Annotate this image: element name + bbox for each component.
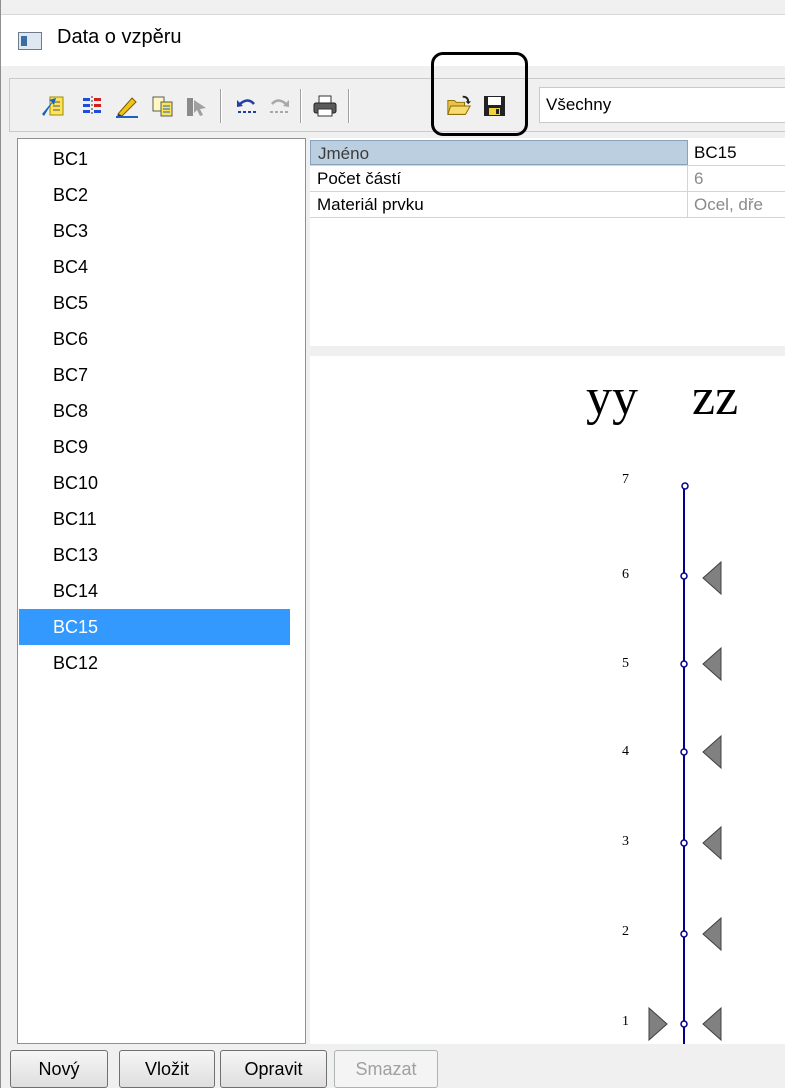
property-value: 6 — [694, 169, 704, 188]
node-label: 7 — [622, 472, 629, 487]
node-label: 3 — [622, 834, 629, 849]
diagram-canvas — [648, 482, 722, 1044]
property-grid: Jméno BC15 Počet částí 6 Materiál prvku … — [310, 138, 785, 354]
support-triangle — [702, 734, 722, 770]
support-triangle — [702, 1006, 722, 1042]
property-row-material[interactable]: Materiál prvku Ocel, dře — [310, 192, 785, 218]
property-value: Ocel, dře — [694, 195, 763, 214]
toolbar-separator — [220, 89, 222, 123]
list-item[interactable]: BC5 — [19, 285, 290, 321]
insert-button[interactable]: Vložit — [119, 1050, 215, 1088]
list-item[interactable]: BC13 — [19, 537, 290, 573]
support-triangle-left — [648, 1006, 668, 1042]
list-item[interactable]: BC6 — [19, 321, 290, 357]
property-row-name[interactable]: Jméno BC15 — [310, 140, 785, 166]
list-item[interactable]: BC11 — [19, 501, 290, 537]
support-triangle — [702, 825, 722, 861]
window-title: Data o vzpěru — [57, 26, 182, 48]
columns-icon[interactable] — [80, 93, 106, 119]
list-item[interactable]: BC2 — [19, 177, 290, 213]
support-triangle — [702, 560, 722, 596]
node-marker — [680, 930, 688, 938]
property-label: Materiál prvku — [310, 192, 688, 217]
highlight-annotation — [431, 52, 528, 136]
property-row-parts[interactable]: Počet částí 6 — [310, 166, 785, 192]
node-marker — [680, 660, 688, 668]
copy-icon[interactable] — [150, 93, 176, 119]
list-item[interactable]: BC14 — [19, 573, 290, 609]
toolbar-separator — [348, 89, 350, 123]
node-marker — [680, 748, 688, 756]
delete-button[interactable]: Smazat — [334, 1050, 438, 1088]
buckling-diagram: yy zz 7 6 5 4 3 2 1 — [310, 356, 785, 1044]
node-label: 1 — [622, 1014, 629, 1029]
node-marker — [680, 1020, 688, 1028]
node-label: 4 — [622, 744, 629, 759]
new-button[interactable]: Nový — [10, 1050, 108, 1088]
node-marker — [680, 572, 688, 580]
property-label: Počet částí — [310, 166, 688, 191]
list-item[interactable]: BC7 — [19, 357, 290, 393]
node-label: 2 — [622, 924, 629, 939]
undo-icon[interactable] — [234, 93, 260, 119]
list-item[interactable]: BC3 — [19, 213, 290, 249]
redo-icon[interactable] — [266, 93, 292, 119]
member-list[interactable]: BC1 BC2 BC3 BC4 BC5 BC6 BC7 BC8 BC9 BC10… — [17, 138, 306, 1044]
list-item[interactable]: BC8 — [19, 393, 290, 429]
node-label: 5 — [622, 656, 629, 671]
splitter[interactable] — [310, 346, 785, 356]
filter-combo[interactable]: Všechny — [539, 87, 785, 123]
list-item[interactable]: BC4 — [19, 249, 290, 285]
list-item-selected[interactable]: BC15 — [19, 609, 290, 645]
cursor-icon[interactable] — [184, 93, 210, 119]
edit-pencil-icon[interactable] — [114, 93, 140, 119]
list-item[interactable]: BC10 — [19, 465, 290, 501]
property-label: Jméno — [310, 140, 688, 165]
filter-value: Všechny — [546, 95, 612, 114]
print-icon[interactable] — [312, 93, 338, 119]
new-item-icon[interactable] — [40, 93, 66, 119]
node-marker — [681, 482, 689, 490]
property-value[interactable]: BC15 — [694, 140, 737, 165]
list-item[interactable]: BC12 — [19, 645, 290, 681]
support-triangle — [702, 916, 722, 952]
list-item[interactable]: BC9 — [19, 429, 290, 465]
window-app-icon — [18, 32, 42, 50]
edit-button[interactable]: Opravit — [220, 1050, 327, 1088]
list-item[interactable]: BC1 — [19, 141, 290, 177]
main-window: Data o vzpěru Všechny BC1 BC2 BC3 BC4 BC… — [0, 0, 785, 1088]
support-triangle — [702, 646, 722, 682]
node-marker — [680, 839, 688, 847]
node-label: 6 — [622, 567, 629, 582]
toolbar-separator — [300, 89, 302, 123]
